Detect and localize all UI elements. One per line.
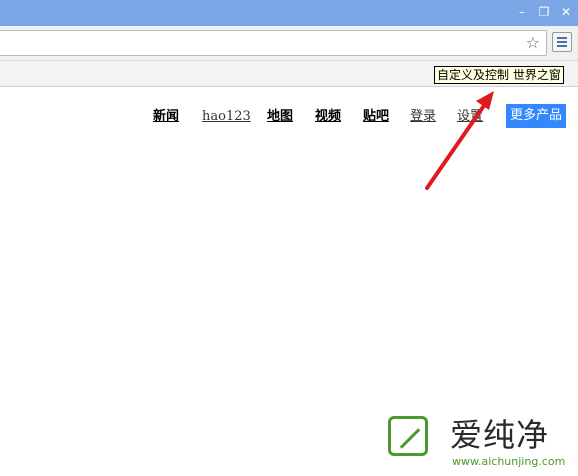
watermark-url: www.aichunjing.com [452,455,566,468]
watermark-title: 爱纯净 [450,416,550,454]
red-arrow-annotation [425,91,494,190]
browser-window: – ❐ ✕ ☆ 自定义及控制 世界之窗 新闻 hao123 地图 视频 贴吧 登… [0,0,578,476]
watermark-logo-icon [388,416,428,456]
watermark: 爱纯净 www.aichunjing.com [380,406,578,476]
